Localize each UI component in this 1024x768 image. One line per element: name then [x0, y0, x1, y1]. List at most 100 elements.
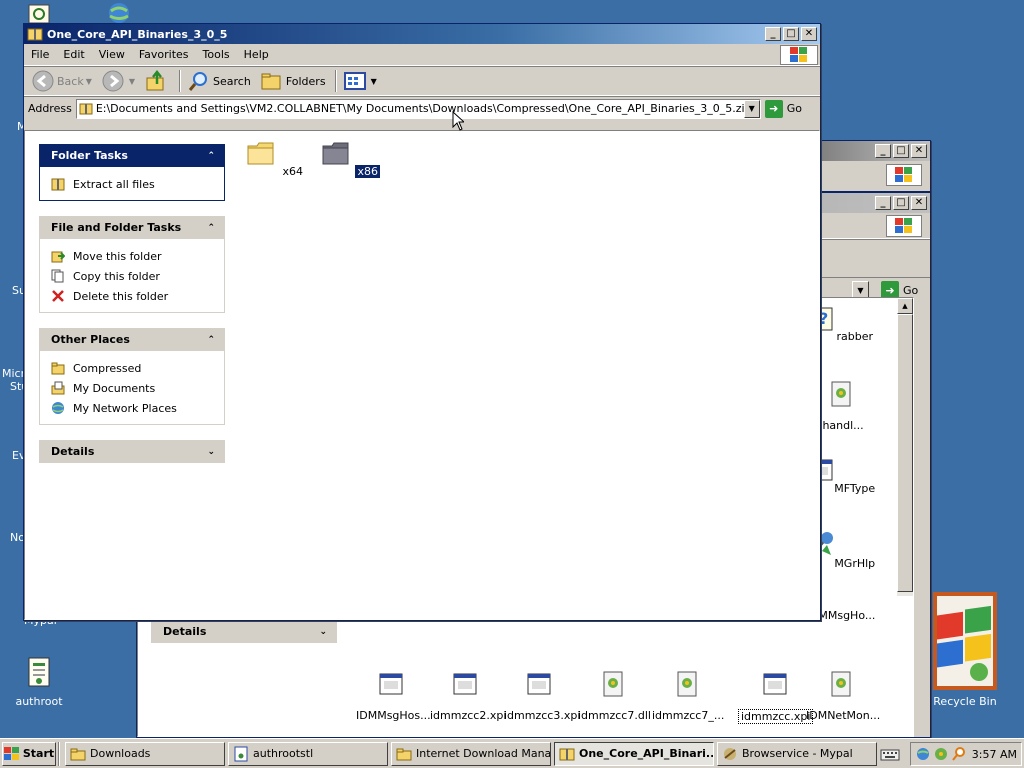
search-button[interactable]: Search — [184, 68, 255, 94]
file-item[interactable]: idmmzcc7.dll — [576, 668, 651, 722]
taskbar-button-label: Downloads — [90, 747, 151, 760]
menu-favorites[interactable]: Favorites — [132, 48, 196, 61]
details-title: Details — [51, 445, 95, 458]
taskbar-button-one-core[interactable]: One_Core_API_Binari... — [554, 741, 714, 766]
scroll-thumb[interactable] — [897, 314, 913, 592]
taskbar-button-label: authrootstl — [253, 747, 314, 760]
vertical-scrollbar[interactable]: ▲ — [897, 298, 913, 596]
place-network[interactable]: My Network Places — [50, 398, 214, 418]
file-folder-tasks-body: Move this folder Copy this folder Delete… — [39, 239, 225, 313]
back-window-titlebar: _ □ ✕ — [820, 141, 930, 161]
maximize-button[interactable]: □ — [783, 27, 799, 41]
folder-icon — [247, 142, 274, 165]
place-compressed[interactable]: Compressed — [50, 358, 214, 378]
taskbar-separator — [58, 741, 60, 766]
details-header[interactable]: Details ⌄ — [39, 440, 225, 463]
back-arrow-icon — [32, 70, 54, 92]
task-delete-folder[interactable]: Delete this folder — [50, 286, 214, 306]
folders-icon — [261, 73, 281, 90]
forward-arrow-icon — [102, 70, 124, 92]
maximize-button[interactable]: □ — [893, 196, 909, 210]
address-value: E:\Documents and Settings\VM2.COLLABNET\… — [95, 102, 752, 115]
maximize-button[interactable]: □ — [893, 144, 909, 158]
back-details-panel-header[interactable]: Details ⌄ — [151, 620, 337, 643]
file-item[interactable]: idmmzcc7_... — [650, 668, 724, 722]
clock[interactable]: 3:57 AM — [972, 748, 1017, 761]
task-move-folder[interactable]: Move this folder — [50, 246, 214, 266]
task-copy-folder[interactable]: Copy this folder — [50, 266, 214, 286]
chevron-down-icon[interactable]: ▼ — [371, 77, 377, 86]
taskbar-button-authrootstl[interactable]: authrootstl — [228, 741, 388, 766]
back-label: Back — [57, 74, 84, 88]
folders-button[interactable]: Folders — [257, 68, 330, 94]
file-item[interactable]: IDMMsgHos... — [354, 668, 431, 722]
taskbar-button-label: Browservice - Mypal — [742, 747, 853, 760]
folder-tasks-body: Extract all files — [39, 167, 225, 201]
toolbar-separator — [334, 70, 337, 92]
minimize-button[interactable]: _ — [875, 196, 891, 210]
dll-file-icon — [603, 671, 623, 697]
network-icon[interactable] — [915, 746, 931, 762]
exe-file-icon — [527, 673, 551, 695]
up-folder-button[interactable] — [141, 68, 174, 94]
taskbar-button-browservice[interactable]: Browservice - Mypal — [717, 741, 877, 766]
address-dropdown[interactable]: ▼ — [743, 99, 760, 118]
task-extract-all[interactable]: Extract all files — [50, 174, 214, 194]
recycle-bin-art[interactable]: Recycle Bin — [933, 592, 997, 708]
file-folder-tasks-header[interactable]: File and Folder Tasks ⌃ — [39, 216, 225, 239]
file-item[interactable]: idmmzcc2.xpi — [428, 668, 506, 722]
idm-tray-icon[interactable] — [933, 746, 949, 762]
exe-file-icon — [453, 673, 477, 695]
folder-item-x64[interactable]: x64 — [238, 137, 312, 178]
file-label: MFType — [834, 482, 876, 495]
file-item[interactable]: idmmzcc.xpi — [738, 668, 814, 724]
chevron-down-icon: ⌄ — [207, 446, 215, 457]
file-item[interactable]: IDMNetMon... — [804, 668, 880, 722]
menu-file[interactable]: File — [24, 48, 56, 61]
file-label: MGrHlp — [834, 557, 876, 570]
address-input[interactable]: E:\Documents and Settings\VM2.COLLABNET\… — [75, 98, 761, 119]
file-label: idmmzcc7.dll — [578, 709, 651, 722]
keyboard-icon[interactable] — [880, 746, 900, 762]
task-label: Extract all files — [73, 177, 155, 191]
folder-item-x86[interactable]: x86 — [313, 137, 387, 178]
address-bar: Address E:\Documents and Settings\VM2.CO… — [24, 96, 820, 120]
close-button[interactable]: ✕ — [911, 144, 927, 158]
folder-tasks-header[interactable]: Folder Tasks ⌃ — [39, 144, 225, 167]
menu-tools[interactable]: Tools — [196, 48, 237, 61]
file-label: IDMMsgHos... — [356, 709, 431, 722]
windows-logo — [780, 45, 818, 65]
chevron-up-icon: ⌃ — [207, 334, 215, 345]
taskbar-button-idm[interactable]: Internet Download Mana... — [391, 741, 551, 766]
close-button[interactable]: ✕ — [801, 27, 817, 41]
close-button[interactable]: ✕ — [911, 196, 927, 210]
address-label: Address — [28, 102, 72, 115]
menu-edit[interactable]: Edit — [56, 48, 91, 61]
menu-view[interactable]: View — [92, 48, 132, 61]
chevron-down-icon[interactable]: ▼ — [129, 77, 135, 86]
go-button[interactable]: ➜ Go — [764, 99, 816, 118]
place-my-documents[interactable]: My Documents — [50, 378, 214, 398]
chevron-down-icon[interactable]: ▼ — [86, 77, 92, 86]
search-tray-icon[interactable] — [951, 746, 967, 762]
start-button[interactable]: Start — [2, 741, 56, 766]
minimize-button[interactable]: _ — [875, 144, 891, 158]
taskbar-button-downloads[interactable]: Downloads — [65, 741, 225, 766]
start-label: Start — [22, 747, 55, 760]
menu-help[interactable]: Help — [237, 48, 276, 61]
window-titlebar[interactable]: One_Core_API_Binaries_3_0_5 _ □ ✕ — [24, 24, 820, 44]
scroll-up-button[interactable]: ▲ — [897, 298, 913, 314]
minimize-button[interactable]: _ — [765, 27, 781, 41]
file-item[interactable]: idmmzcc3.xpi — [502, 668, 580, 722]
desktop-icon-authroot[interactable]: authroot — [4, 656, 74, 708]
windows-logo — [886, 164, 922, 186]
task-label: Delete this folder — [73, 289, 169, 303]
file-folder-tasks-panel: File and Folder Tasks ⌃ Move this folder… — [39, 216, 225, 313]
browser-icon — [724, 747, 736, 760]
views-button[interactable]: ▼ — [340, 70, 381, 92]
windows-logo — [886, 215, 922, 237]
forward-button[interactable]: ▼ — [98, 68, 139, 94]
zip-folder-icon — [559, 748, 575, 760]
other-places-header[interactable]: Other Places ⌃ — [39, 328, 225, 351]
back-button[interactable]: Back ▼ — [28, 68, 96, 94]
